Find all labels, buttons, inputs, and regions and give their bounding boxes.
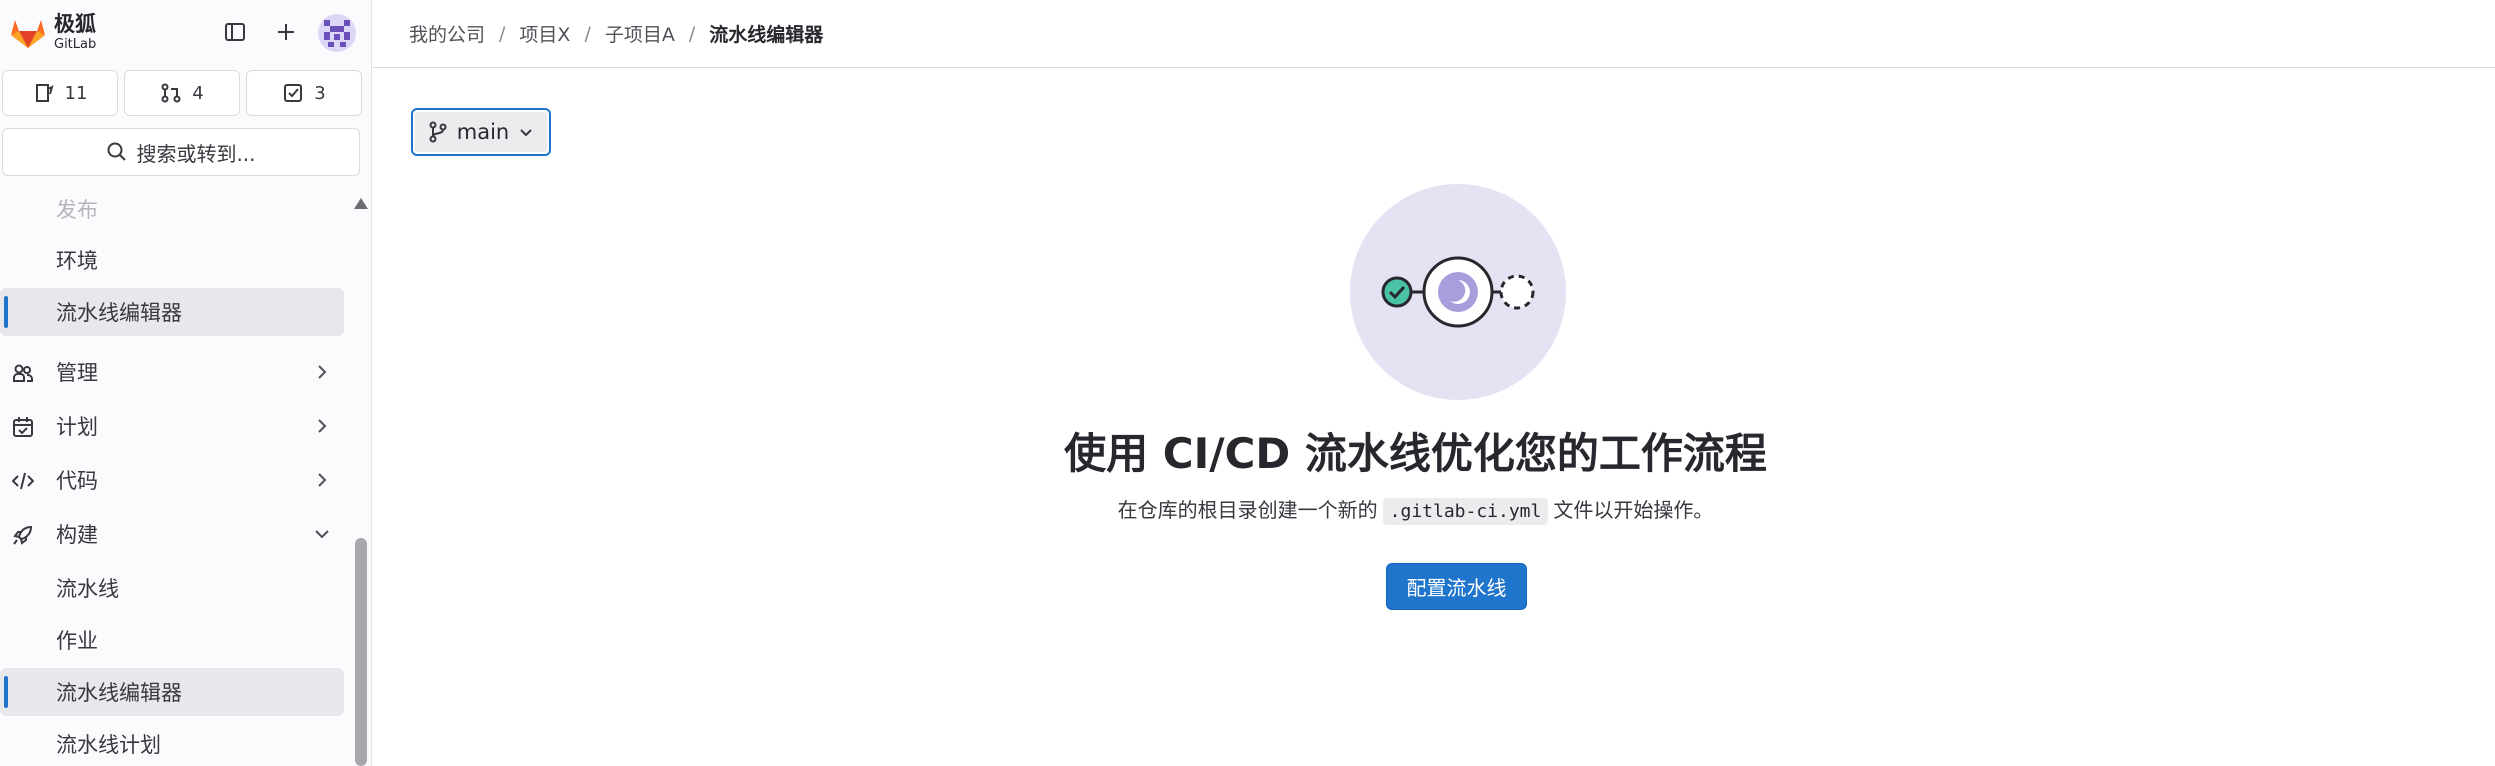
sidebar-item-label: 流水线	[56, 577, 119, 601]
sidebar: 极狐 GitLab 11 4 3 搜索或转到... 发布 环境 流水线编辑器 管…	[0, 0, 372, 766]
rocket-icon	[13, 525, 33, 545]
chevron-down-icon	[520, 129, 532, 137]
sidebar-toggle-icon	[225, 23, 245, 41]
issues-count: 11	[64, 82, 88, 104]
sidebar-section-plan[interactable]: 计划	[0, 402, 344, 450]
issues-icon	[35, 84, 54, 102]
breadcrumb-separator: /	[584, 22, 591, 45]
code-icon	[12, 472, 34, 490]
empty-state-title: 使用 CI/CD 流水线优化您的工作流程	[1064, 429, 1767, 478]
merge-requests-count: 4	[192, 82, 204, 104]
sidebar-section-label: 代码	[56, 469, 98, 493]
branch-selector[interactable]: main	[411, 108, 551, 156]
branch-name: main	[456, 120, 510, 144]
sidebar-item-pipelines[interactable]: 流水线	[0, 564, 344, 612]
user-counts: 11 4 3	[2, 70, 362, 116]
create-new-button[interactable]	[270, 16, 302, 48]
sidebar-item-pipeline-editor-top[interactable]: 流水线编辑器	[0, 288, 344, 336]
todos-count-button[interactable]: 3	[246, 70, 362, 116]
search-label: 搜索或转到...	[136, 141, 256, 166]
sidebar-item-jobs[interactable]: 作业	[0, 616, 344, 664]
avatar[interactable]	[318, 14, 356, 52]
brand[interactable]: 极狐 GitLab	[54, 12, 97, 52]
breadcrumb-item[interactable]: 子项目A	[605, 20, 675, 47]
scroll-up-arrow-icon[interactable]	[354, 198, 368, 209]
breadcrumb-separator: /	[688, 22, 696, 45]
breadcrumb-item[interactable]: 项目X	[519, 20, 570, 47]
sidebar-item-label: 环境	[56, 249, 98, 273]
sidebar-section-manage[interactable]: 管理	[0, 348, 344, 396]
chevron-right-icon	[318, 473, 327, 487]
todos-count: 3	[314, 82, 326, 104]
configure-pipeline-button[interactable]: 配置流水线	[1386, 563, 1527, 610]
chevron-down-icon	[315, 530, 329, 539]
chevron-right-icon	[318, 365, 327, 379]
brand-name: 极狐	[54, 12, 96, 36]
users-icon	[13, 364, 33, 382]
sidebar-header: 极狐 GitLab	[0, 0, 371, 64]
sidebar-item-label: 作业	[56, 629, 98, 653]
sidebar-item-label: 流水线编辑器	[56, 301, 182, 325]
empty-state-description: 在仓库的根目录创建一个新的 .gitlab-ci.yml 文件以开始操作。	[373, 494, 2458, 525]
sidebar-item-label: 发布	[56, 198, 98, 222]
search-icon	[107, 142, 127, 161]
pipeline-illustration-icon	[1350, 184, 1566, 400]
sidebar-item-pipeline-schedules[interactable]: 流水线计划	[0, 720, 344, 766]
main-content: 我的公司 / 项目X / 子项目A / 流水线编辑器 main 使用 CI/CD…	[373, 0, 2495, 766]
brand-sub: GitLab	[54, 37, 97, 52]
sidebar-item-release[interactable]: 发布	[0, 186, 344, 232]
breadcrumb-item[interactable]: 我的公司	[409, 20, 485, 47]
branch-icon	[429, 121, 447, 143]
chevron-right-icon	[318, 419, 327, 433]
sidebar-item-label: 流水线编辑器	[56, 681, 182, 705]
merge-requests-count-button[interactable]: 4	[124, 70, 240, 116]
empty-state-desc-before: 在仓库的根目录创建一个新的	[1117, 498, 1378, 522]
search-button[interactable]: 搜索或转到...	[2, 128, 360, 176]
gitlab-logo-icon[interactable]	[8, 14, 48, 50]
todo-check-icon	[284, 84, 303, 102]
merge-request-icon	[161, 83, 181, 103]
sidebar-section-build[interactable]: 构建	[0, 510, 344, 558]
ci-filename-code: .gitlab-ci.yml	[1382, 498, 1549, 525]
toggle-sidebar-button[interactable]	[219, 16, 251, 48]
calendar-icon	[13, 417, 33, 437]
identicon-avatar-icon	[318, 14, 356, 52]
sidebar-item-environments[interactable]: 环境	[0, 236, 344, 284]
sidebar-item-pipeline-editor[interactable]: 流水线编辑器	[0, 668, 344, 716]
breadcrumb-separator: /	[499, 22, 506, 45]
sidebar-section-code[interactable]: 代码	[0, 456, 344, 504]
sidebar-item-label: 流水线计划	[56, 733, 161, 757]
sidebar-section-label: 构建	[56, 523, 98, 547]
sidebar-section-label: 管理	[56, 361, 98, 385]
sidebar-scrollbar[interactable]	[355, 538, 367, 766]
breadcrumb: 我的公司 / 项目X / 子项目A / 流水线编辑器	[373, 0, 2495, 68]
issues-count-button[interactable]: 11	[2, 70, 118, 116]
plus-icon	[278, 24, 294, 40]
empty-state-desc-after: 文件以开始操作。	[1553, 498, 1714, 522]
sidebar-section-label: 计划	[56, 415, 98, 439]
breadcrumb-current[interactable]: 流水线编辑器	[709, 20, 823, 47]
